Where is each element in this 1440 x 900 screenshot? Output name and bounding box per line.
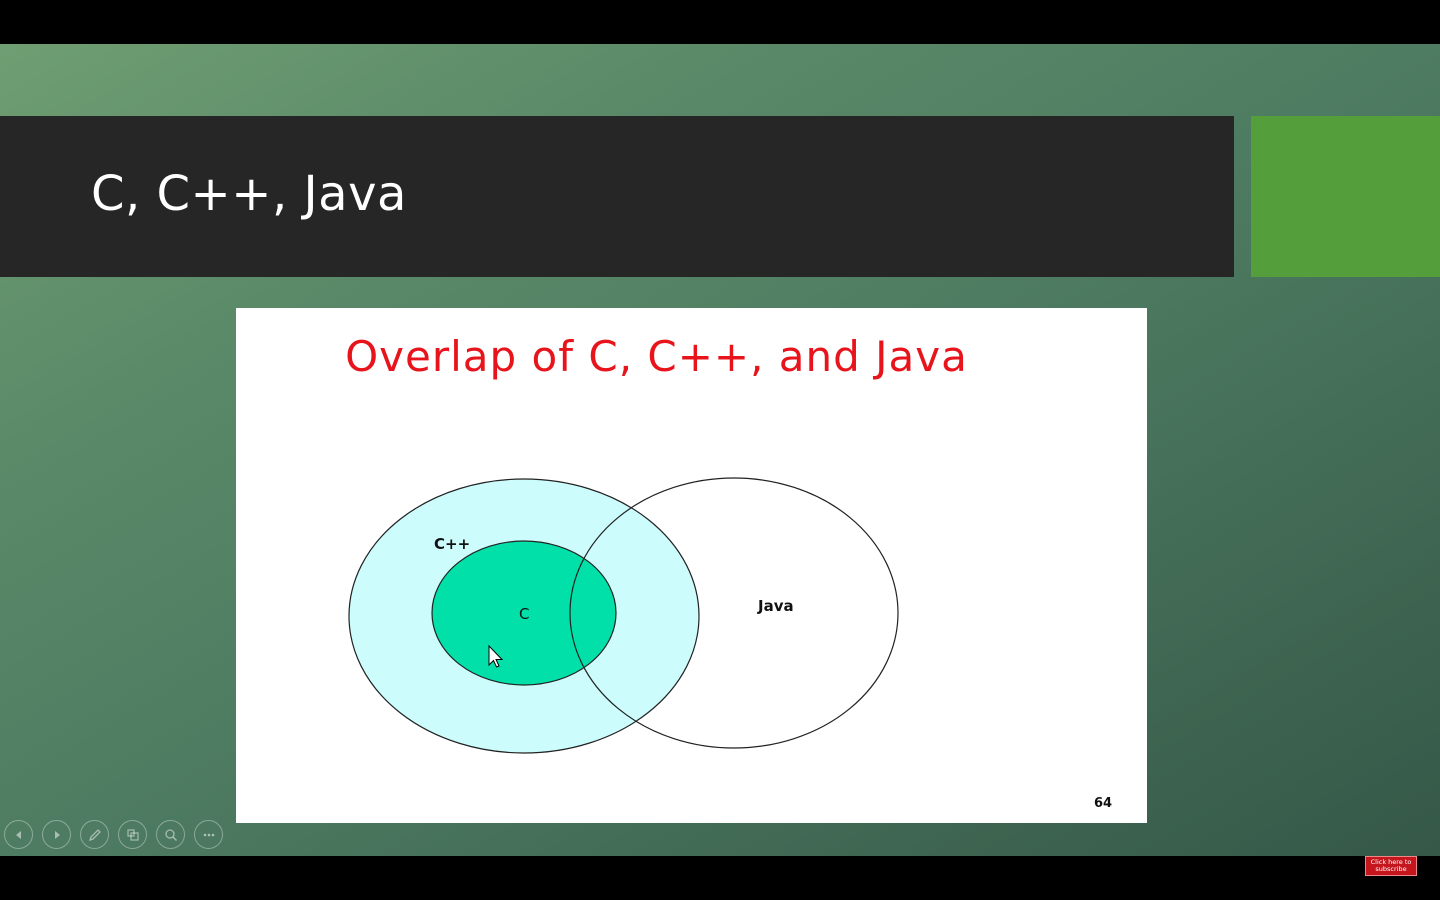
screen: C, C++, Java Overlap of C, C++, and Java… bbox=[0, 0, 1440, 900]
subscribe-button[interactable]: Click here to subscribe bbox=[1365, 856, 1417, 876]
next-icon[interactable] bbox=[42, 820, 71, 849]
letterbox-bottom bbox=[0, 856, 1440, 900]
venn-diagram: C++ C Java bbox=[348, 477, 899, 754]
slides-grid-icon[interactable] bbox=[118, 820, 147, 849]
slideshow-slide[interactable]: C, C++, Java Overlap of C, C++, and Java… bbox=[0, 44, 1440, 856]
title-band: C, C++, Java bbox=[0, 116, 1234, 277]
slideshow-controls bbox=[4, 820, 223, 849]
more-options-icon[interactable] bbox=[194, 820, 223, 849]
page-number: 64 bbox=[1094, 796, 1113, 811]
slide-title: C, C++, Java bbox=[91, 166, 407, 222]
label-cpp: C++ bbox=[434, 535, 470, 553]
subscribe-line2: subscribe bbox=[1375, 865, 1407, 873]
letterbox-top bbox=[0, 0, 1440, 44]
label-c: C bbox=[519, 605, 529, 623]
previous-icon[interactable] bbox=[4, 820, 33, 849]
venn-diagram-image: Overlap of C, C++, and Java C++ C Java 6… bbox=[236, 308, 1147, 823]
accent-block bbox=[1251, 116, 1440, 277]
zoom-icon[interactable] bbox=[156, 820, 185, 849]
pen-icon[interactable] bbox=[80, 820, 109, 849]
label-java: Java bbox=[757, 597, 794, 615]
